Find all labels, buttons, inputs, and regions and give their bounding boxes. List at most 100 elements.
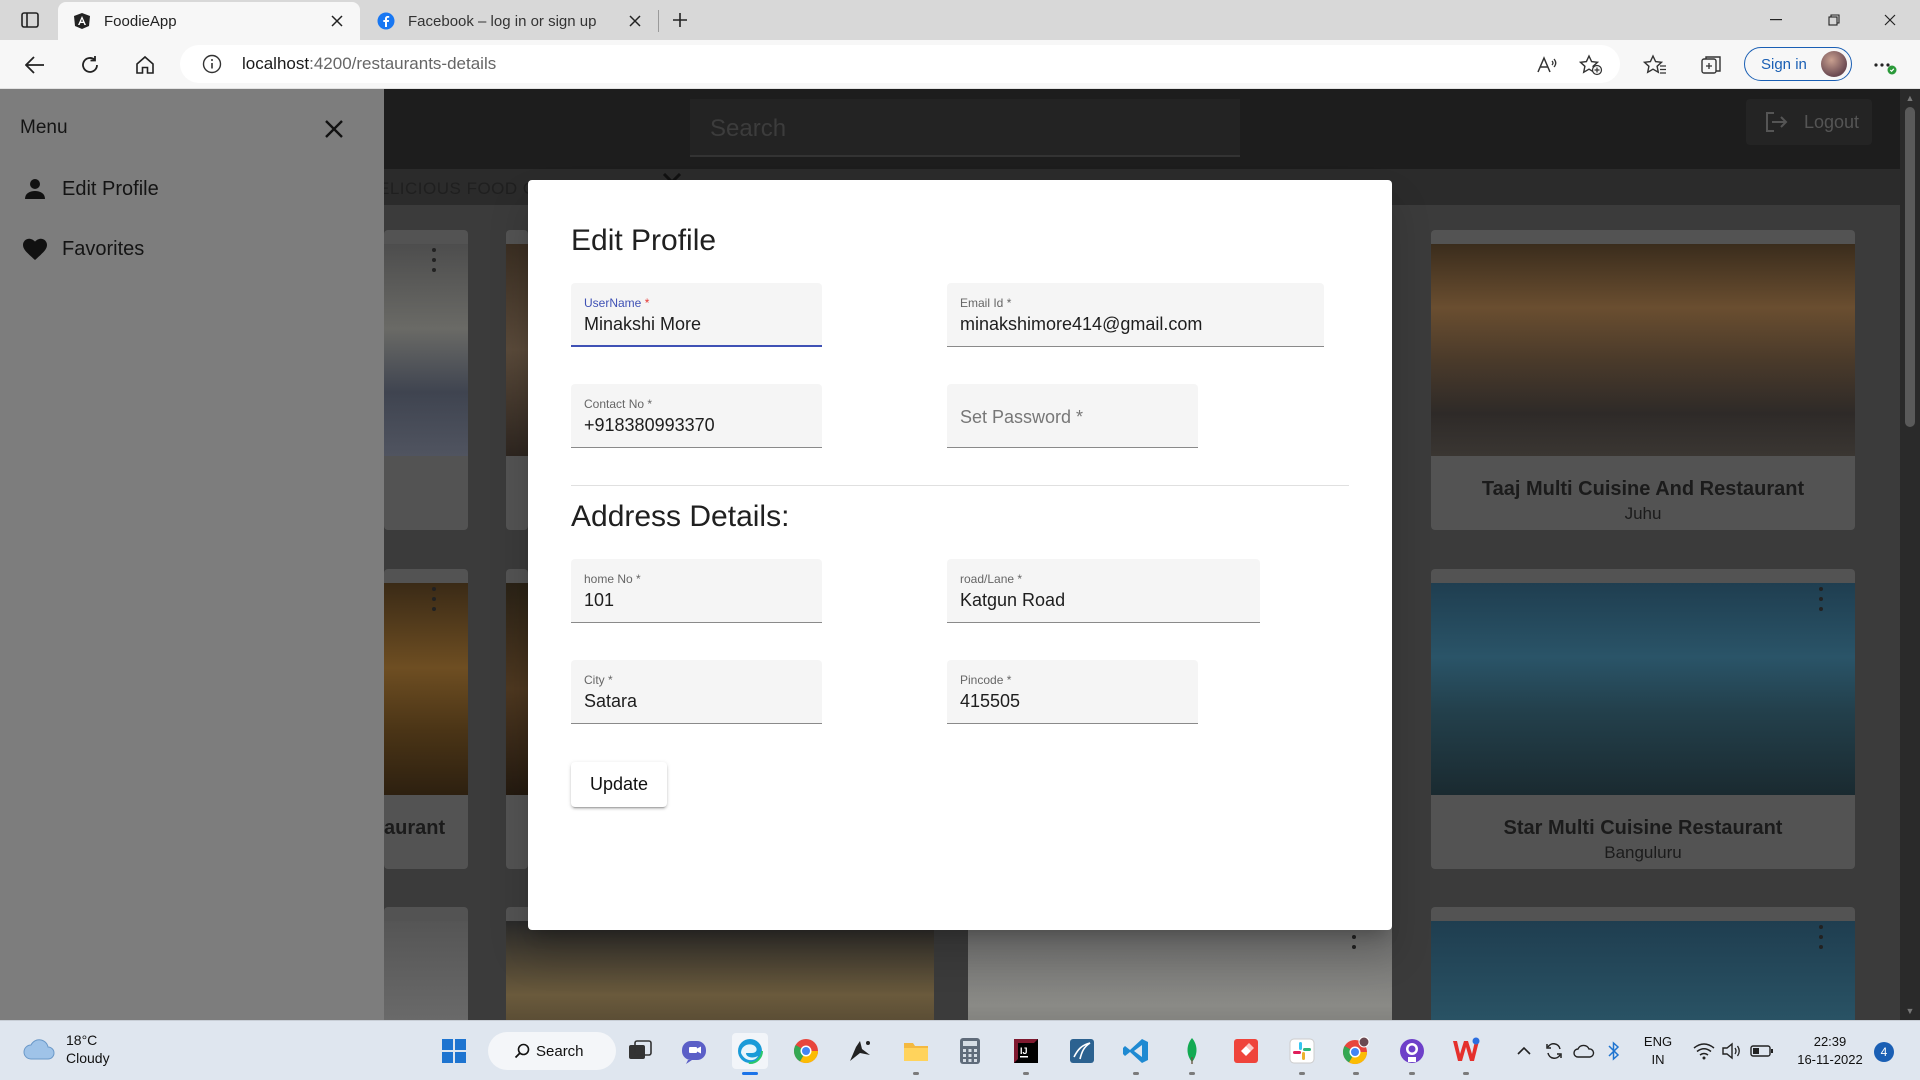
address-bar[interactable]: localhost:4200/restaurants-details (180, 45, 1620, 83)
close-tab-icon[interactable] (626, 12, 644, 30)
username-field[interactable]: UserName * Minakshi More (571, 283, 822, 347)
more-options-icon[interactable] (430, 587, 438, 611)
tab-facebook[interactable]: Facebook – log in or sign up (362, 2, 658, 40)
tab-label: Facebook – log in or sign up (408, 12, 597, 30)
restaurant-image (968, 921, 1392, 1020)
scroll-up-icon[interactable]: ▲ (1905, 93, 1915, 103)
close-window-icon[interactable] (1870, 6, 1910, 34)
restaurant-image (506, 921, 934, 1020)
site-info-icon[interactable] (202, 54, 222, 74)
page-scrollbar[interactable]: ▲ ▼ (1900, 89, 1920, 1020)
windows-taskbar: 18°C Cloudy Search IJ ENG IN 22:39 16-11… (0, 1020, 1920, 1080)
inkscape-icon[interactable] (842, 1033, 878, 1069)
logout-button[interactable]: Logout (1746, 99, 1872, 145)
restaurant-card[interactable] (1431, 907, 1855, 1020)
mysql-workbench-icon[interactable] (1064, 1033, 1100, 1069)
restaurant-card[interactable]: aurant (384, 569, 468, 869)
drawer-item-label: Favorites (62, 237, 145, 260)
github-desktop-icon[interactable] (1394, 1033, 1430, 1075)
chevron-up-icon[interactable] (1512, 1039, 1536, 1063)
notification-badge[interactable]: 4 (1874, 1042, 1894, 1062)
minimize-icon[interactable] (1756, 6, 1796, 34)
home-no-value[interactable]: 101 (584, 590, 809, 611)
calculator-icon[interactable] (952, 1033, 988, 1069)
file-explorer-icon[interactable] (898, 1033, 934, 1075)
teams-chat-icon[interactable] (676, 1033, 712, 1069)
back-icon[interactable] (20, 50, 50, 80)
read-aloud-icon[interactable] (1532, 50, 1562, 80)
battery-icon[interactable] (1750, 1039, 1774, 1063)
task-view-icon[interactable] (622, 1033, 658, 1069)
favorites-icon[interactable] (1640, 50, 1670, 80)
bluetooth-icon[interactable] (1602, 1039, 1626, 1063)
tab-foodieapp[interactable]: FoodieApp (58, 2, 360, 40)
required-mark: * (1017, 572, 1023, 586)
drawer-title: Menu (20, 117, 68, 138)
section-divider (571, 485, 1349, 486)
username-value[interactable]: Minakshi More (584, 314, 809, 335)
restaurant-card[interactable]: Star Multi Cuisine Restaurant Banguluru (1431, 569, 1855, 869)
windows-start-icon[interactable] (436, 1033, 472, 1069)
wps-office-icon[interactable] (1448, 1033, 1484, 1075)
add-favorite-icon[interactable] (1576, 50, 1606, 80)
vscode-icon[interactable] (1118, 1033, 1154, 1075)
contact-value[interactable]: +918380993370 (584, 415, 809, 436)
pincode-field[interactable]: Pincode * 415505 (947, 660, 1198, 724)
sync-icon[interactable] (1542, 1039, 1566, 1063)
password-field[interactable]: Set Password * (947, 384, 1198, 448)
refresh-icon[interactable] (75, 50, 105, 80)
intellij-icon[interactable]: IJ (1008, 1033, 1044, 1075)
clock[interactable]: 22:39 16-11-2022 (1788, 1033, 1872, 1069)
road-lane-value[interactable]: Katgun Road (960, 590, 1247, 611)
settings-more-icon[interactable] (1870, 50, 1900, 80)
more-options-icon[interactable] (430, 248, 438, 272)
restaurant-card[interactable] (506, 230, 528, 530)
sign-in-button[interactable]: Sign in (1744, 47, 1852, 81)
taskbar-search[interactable]: Search (488, 1032, 616, 1070)
chrome-icon[interactable] (788, 1033, 824, 1069)
heart-icon (20, 234, 50, 264)
restaurant-card[interactable] (384, 907, 468, 1020)
contact-field[interactable]: Contact No * +918380993370 (571, 384, 822, 448)
road-lane-field[interactable]: road/Lane * Katgun Road (947, 559, 1260, 623)
new-tab-icon[interactable] (668, 8, 692, 32)
city-value[interactable]: Satara (584, 691, 809, 712)
update-button[interactable]: Update (571, 762, 667, 807)
onedrive-icon[interactable] (1572, 1039, 1596, 1063)
more-options-icon[interactable] (1817, 587, 1825, 611)
city-field[interactable]: City * Satara (571, 660, 822, 724)
drawer-item-favorites[interactable]: Favorites (20, 229, 144, 269)
chrome-profile-icon[interactable] (1338, 1033, 1374, 1075)
edit-profile-dialog: Edit Profile UserName * Minakshi More Em… (528, 180, 1392, 930)
tab-actions-icon[interactable] (16, 8, 44, 32)
restaurant-card[interactable] (384, 230, 468, 530)
search-input[interactable]: Search (690, 99, 1240, 157)
tab-separator (658, 10, 659, 32)
drawer-item-edit-profile[interactable]: Edit Profile (20, 169, 159, 209)
dialog-title: Edit Profile (571, 224, 717, 257)
required-mark: * (1006, 673, 1012, 687)
wifi-icon[interactable] (1692, 1039, 1716, 1063)
edge-browser-icon[interactable] (732, 1033, 768, 1075)
slack-icon[interactable] (1284, 1033, 1320, 1075)
home-no-field[interactable]: home No * 101 (571, 559, 822, 623)
scroll-down-icon[interactable]: ▼ (1905, 1006, 1915, 1016)
weather-desc: Cloudy (66, 1050, 110, 1066)
volume-icon[interactable] (1720, 1039, 1744, 1063)
scrollbar-thumb[interactable] (1905, 107, 1915, 427)
language-indicator[interactable]: ENG IN (1640, 1033, 1676, 1069)
pincode-value[interactable]: 415505 (960, 691, 1185, 712)
mongodb-compass-icon[interactable] (1174, 1033, 1210, 1075)
email-field[interactable]: Email Id * minakshimore414@gmail.com (947, 283, 1324, 347)
email-value[interactable]: minakshimore414@gmail.com (960, 314, 1311, 335)
collections-icon[interactable] (1696, 50, 1726, 80)
weather-widget[interactable]: 18°C Cloudy (22, 1031, 110, 1067)
anydesk-icon[interactable] (1228, 1033, 1264, 1069)
home-icon[interactable] (130, 50, 160, 80)
close-tab-icon[interactable] (328, 12, 346, 30)
more-options-icon[interactable] (1817, 925, 1825, 949)
close-icon[interactable] (320, 115, 348, 143)
restaurant-card[interactable]: Taaj Multi Cuisine And Restaurant Juhu (1431, 230, 1855, 530)
restaurant-card[interactable] (506, 569, 528, 869)
restore-icon[interactable] (1814, 6, 1854, 34)
